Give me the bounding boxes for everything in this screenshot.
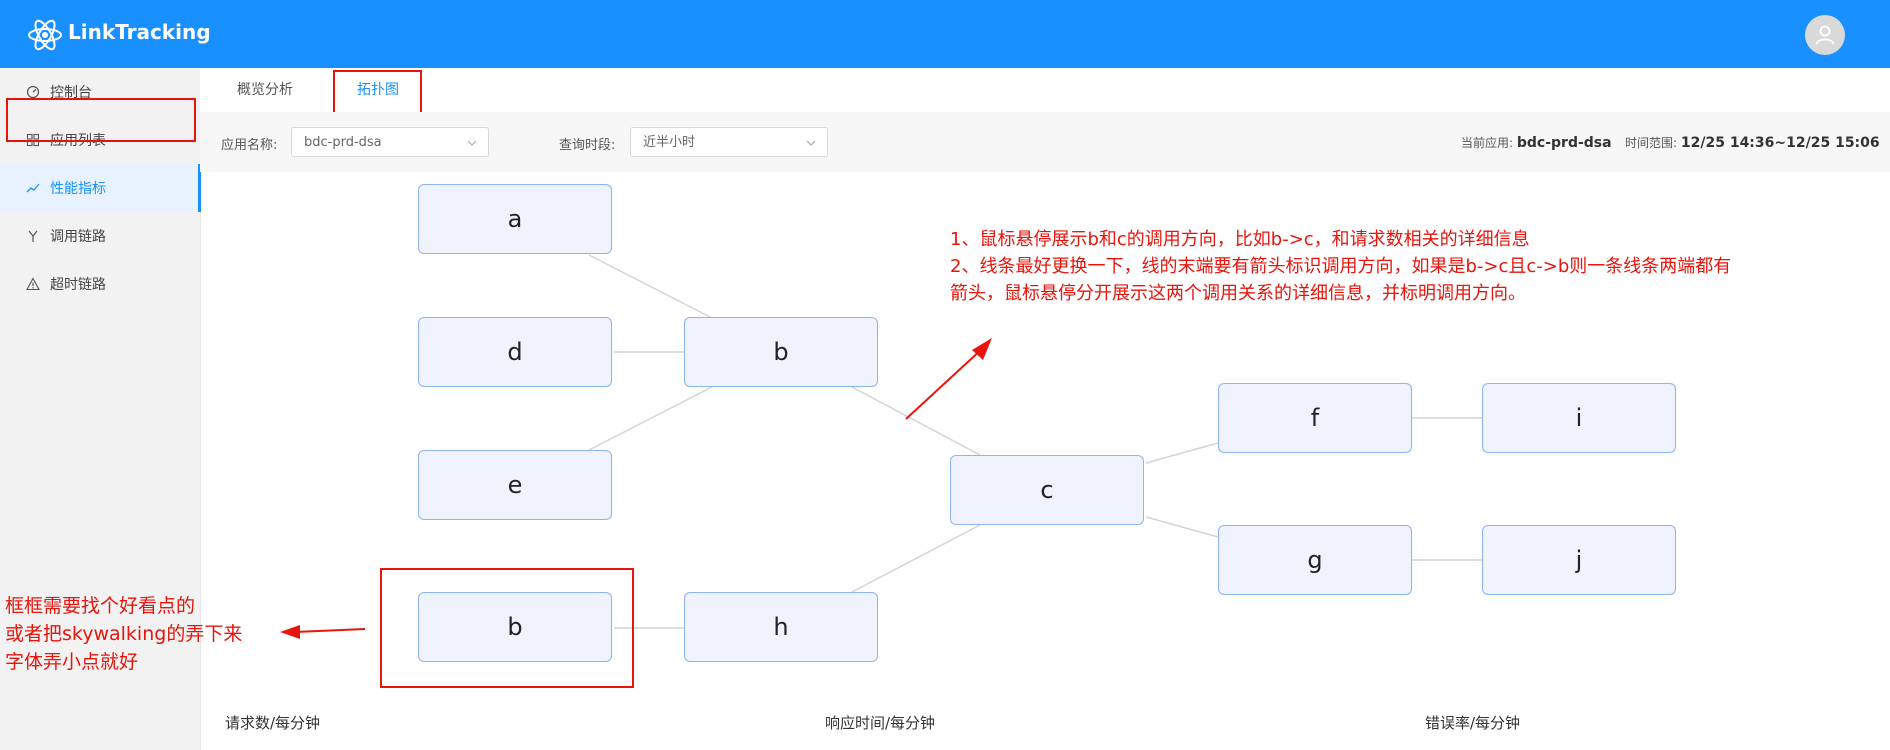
node-i[interactable]: i <box>1482 383 1676 453</box>
sidebar-item-label: 超时链路 <box>50 277 106 293</box>
time-range-value: 12/25 14:36~12/25 15:06 <box>1680 135 1880 151</box>
current-app-label: 当前应用: <box>1461 136 1514 150</box>
edge-c-g <box>1145 516 1219 538</box>
sidebar-item-timeout-chain[interactable]: 超时链路 <box>0 260 200 308</box>
time-range-meta: 时间范围: 12/25 14:36~12/25 15:06 <box>1625 134 1880 151</box>
edge-e-b <box>588 386 713 451</box>
edge-c-f <box>1145 442 1219 464</box>
annotation-arrow-left-head <box>280 625 300 639</box>
user-avatar[interactable] <box>1805 15 1845 55</box>
node-e[interactable]: e <box>418 450 612 520</box>
annotation-arrow-top-head <box>972 338 992 360</box>
tab-overview[interactable]: 概览分析 <box>237 68 293 112</box>
annotation-note-left: 框框需要找个好看点的 或者把skywalking的弄下来 字体弄小点就好 <box>5 592 242 676</box>
annotation-line: 字体弄小点就好 <box>5 651 139 673</box>
period-label: 查询时段: <box>559 138 616 153</box>
requests-per-minute-label: 请求数/每分钟 <box>225 714 321 732</box>
node-a[interactable]: a <box>418 184 612 254</box>
filter-bar: 应用名称: bdc-prd-dsa 查询时段: 近半小时 当前应用: bdc-p… <box>200 112 1890 172</box>
sidebar-item-label: 性能指标 <box>50 181 106 197</box>
edge-h-c <box>851 524 981 593</box>
annotation-note-right: 1、鼠标悬停展示b和c的调用方向，比如b->c，和请求数相关的详细信息 2、线条… <box>950 226 1731 307</box>
trend-icon <box>26 183 40 193</box>
annotation-arrow-left-line <box>294 628 366 633</box>
current-app-meta: 当前应用: bdc-prd-dsa <box>1461 134 1612 151</box>
branch-icon <box>28 230 38 242</box>
sidebar-item-label: 调用链路 <box>50 229 106 245</box>
node-d[interactable]: d <box>418 317 612 387</box>
warning-icon <box>26 277 40 291</box>
annotation-line: 箭头，鼠标悬停分开展示这两个调用关系的详细信息，并标明调用方向。 <box>950 283 1526 304</box>
annotation-line: 或者把skywalking的弄下来 <box>5 623 243 645</box>
node-g[interactable]: g <box>1218 525 1412 595</box>
annotation-box-sidebar <box>6 98 196 142</box>
top-header: LinkTracking <box>0 0 1890 68</box>
tab-bar: 概览分析 拓扑图 <box>200 68 1890 113</box>
period-select[interactable]: 近半小时 <box>630 127 828 157</box>
edge-a-b <box>588 254 713 319</box>
app-name-label: 应用名称: <box>221 138 278 153</box>
node-j[interactable]: j <box>1482 525 1676 595</box>
chevron-down-icon <box>467 140 477 146</box>
chevron-down-icon <box>806 140 816 146</box>
app-title: LinkTracking <box>68 20 211 44</box>
node-b[interactable]: b <box>684 317 878 387</box>
edge-b-c <box>851 386 981 456</box>
user-icon <box>1815 25 1835 45</box>
node-h[interactable]: h <box>684 592 878 662</box>
app-select-value: bdc-prd-dsa <box>304 135 382 150</box>
annotation-arrow-top-line <box>905 347 984 420</box>
logo-icon <box>28 19 62 51</box>
annotation-line: 2、线条最好更换一下，线的末端要有箭头标识调用方向，如果是b->c且c->b则一… <box>950 256 1732 277</box>
dashboard-icon <box>26 85 40 99</box>
current-app-value: bdc-prd-dsa <box>1516 135 1612 151</box>
error-rate-per-minute-label: 错误率/每分钟 <box>1425 714 1521 732</box>
annotation-line: 框框需要找个好看点的 <box>5 595 196 617</box>
annotation-line: 1、鼠标悬停展示b和c的调用方向，比如b->c，和请求数相关的详细信息 <box>950 229 1530 250</box>
node-f[interactable]: f <box>1218 383 1412 453</box>
app-select[interactable]: bdc-prd-dsa <box>291 127 489 157</box>
annotation-box-tab <box>333 70 422 114</box>
time-range-label: 时间范围: <box>1625 136 1678 150</box>
sidebar-item-call-chain[interactable]: 调用链路 <box>0 212 200 260</box>
node-c[interactable]: c <box>950 455 1144 525</box>
period-select-value: 近半小时 <box>643 135 696 150</box>
sidebar-item-performance[interactable]: 性能指标 <box>0 164 201 212</box>
response-time-per-minute-label: 响应时间/每分钟 <box>825 714 936 732</box>
annotation-box-node <box>380 568 634 688</box>
